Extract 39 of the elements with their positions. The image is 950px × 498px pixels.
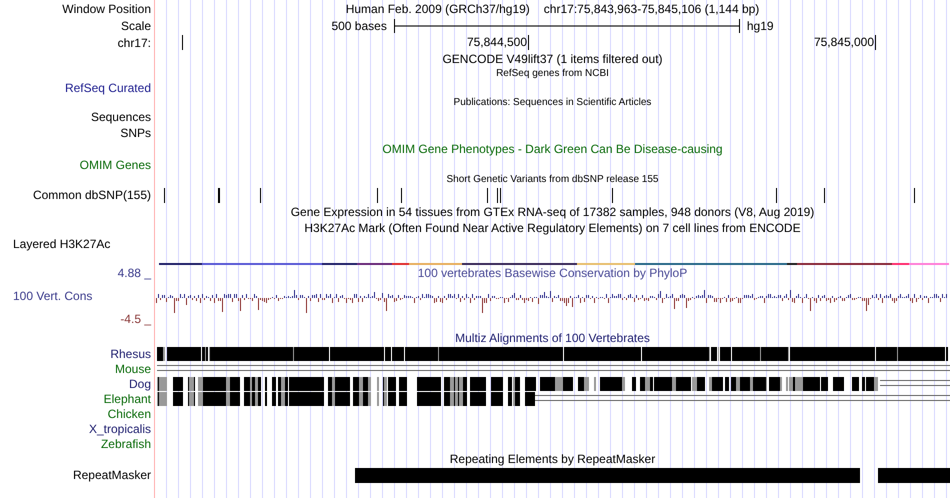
species-label: Rhesus — [110, 346, 152, 360]
track-label: Layered H3K27Ac — [12, 237, 112, 251]
tick-mark — [182, 35, 183, 50]
track-label: RefSeq Curated — [64, 81, 152, 95]
track-title: Multiz Alignments of 100 Vertebrates — [455, 331, 650, 345]
track-title: Short Genetic Variants from dbSNP release 155 — [446, 172, 658, 186]
track-title: Repeating Elements by RepeatMasker — [450, 452, 656, 466]
species-label: Dog — [128, 376, 152, 390]
row-label: chr17: — [118, 36, 152, 50]
track-label: RepeatMasker — [72, 468, 152, 482]
track-label: 100 Vert. Cons — [12, 289, 94, 303]
tick-label: 75,845,000 — [814, 35, 874, 49]
track-label: SNPs — [120, 126, 152, 140]
tick-mark — [875, 35, 876, 50]
track-label: OMIM Genes — [80, 158, 152, 172]
scale-text: 500 bases — [331, 18, 387, 32]
assembly-title: Human Feb. 2009 (GRCh37/hg19) — [346, 2, 530, 16]
species-label: Elephant — [104, 392, 152, 406]
assembly-name: hg19 — [746, 18, 774, 32]
track-label: Sequences — [90, 110, 152, 124]
axis-label: -4.5 _ — [120, 312, 152, 326]
tick-label: 75,844,500 — [466, 35, 527, 49]
track-title: RefSeq genes from NCBI — [496, 66, 609, 80]
position-text: chr17:75,843,963-75,845,106 (1,144 bp) — [544, 2, 760, 16]
axis-label: 4.88 _ — [118, 266, 152, 280]
species-label: Zebrafish — [100, 436, 152, 450]
track-title: Publications: Sequences in Scientific Articles — [454, 96, 652, 110]
tick-mark — [528, 35, 529, 50]
track-title: GENCODE V49lift37 (1 items filtered out) — [442, 52, 663, 66]
species-label: Chicken — [108, 406, 152, 420]
row-label: Scale — [120, 18, 152, 32]
track-title: 100 vertebrates Basewise Conservation by PhyloP — [418, 266, 688, 280]
track-title: Gene Expression in 54 tissues from GTEx RNA-seq of 17382 samples, 948 donors (V8, Aug 2019) — [290, 205, 814, 219]
species-label: Mouse — [114, 362, 152, 376]
species-label: X_tropicalis — [88, 422, 152, 436]
row-label: Window Position — [62, 2, 152, 16]
track-title: H3K27Ac Mark (Often Found Near Active Regulatory Elements) on 7 cell lines from ENCODE — [304, 221, 801, 235]
track-title: OMIM Gene Phenotypes - Dark Green Can Be Disease-causing — [382, 142, 723, 156]
track-label: Common dbSNP(155) — [32, 188, 152, 202]
